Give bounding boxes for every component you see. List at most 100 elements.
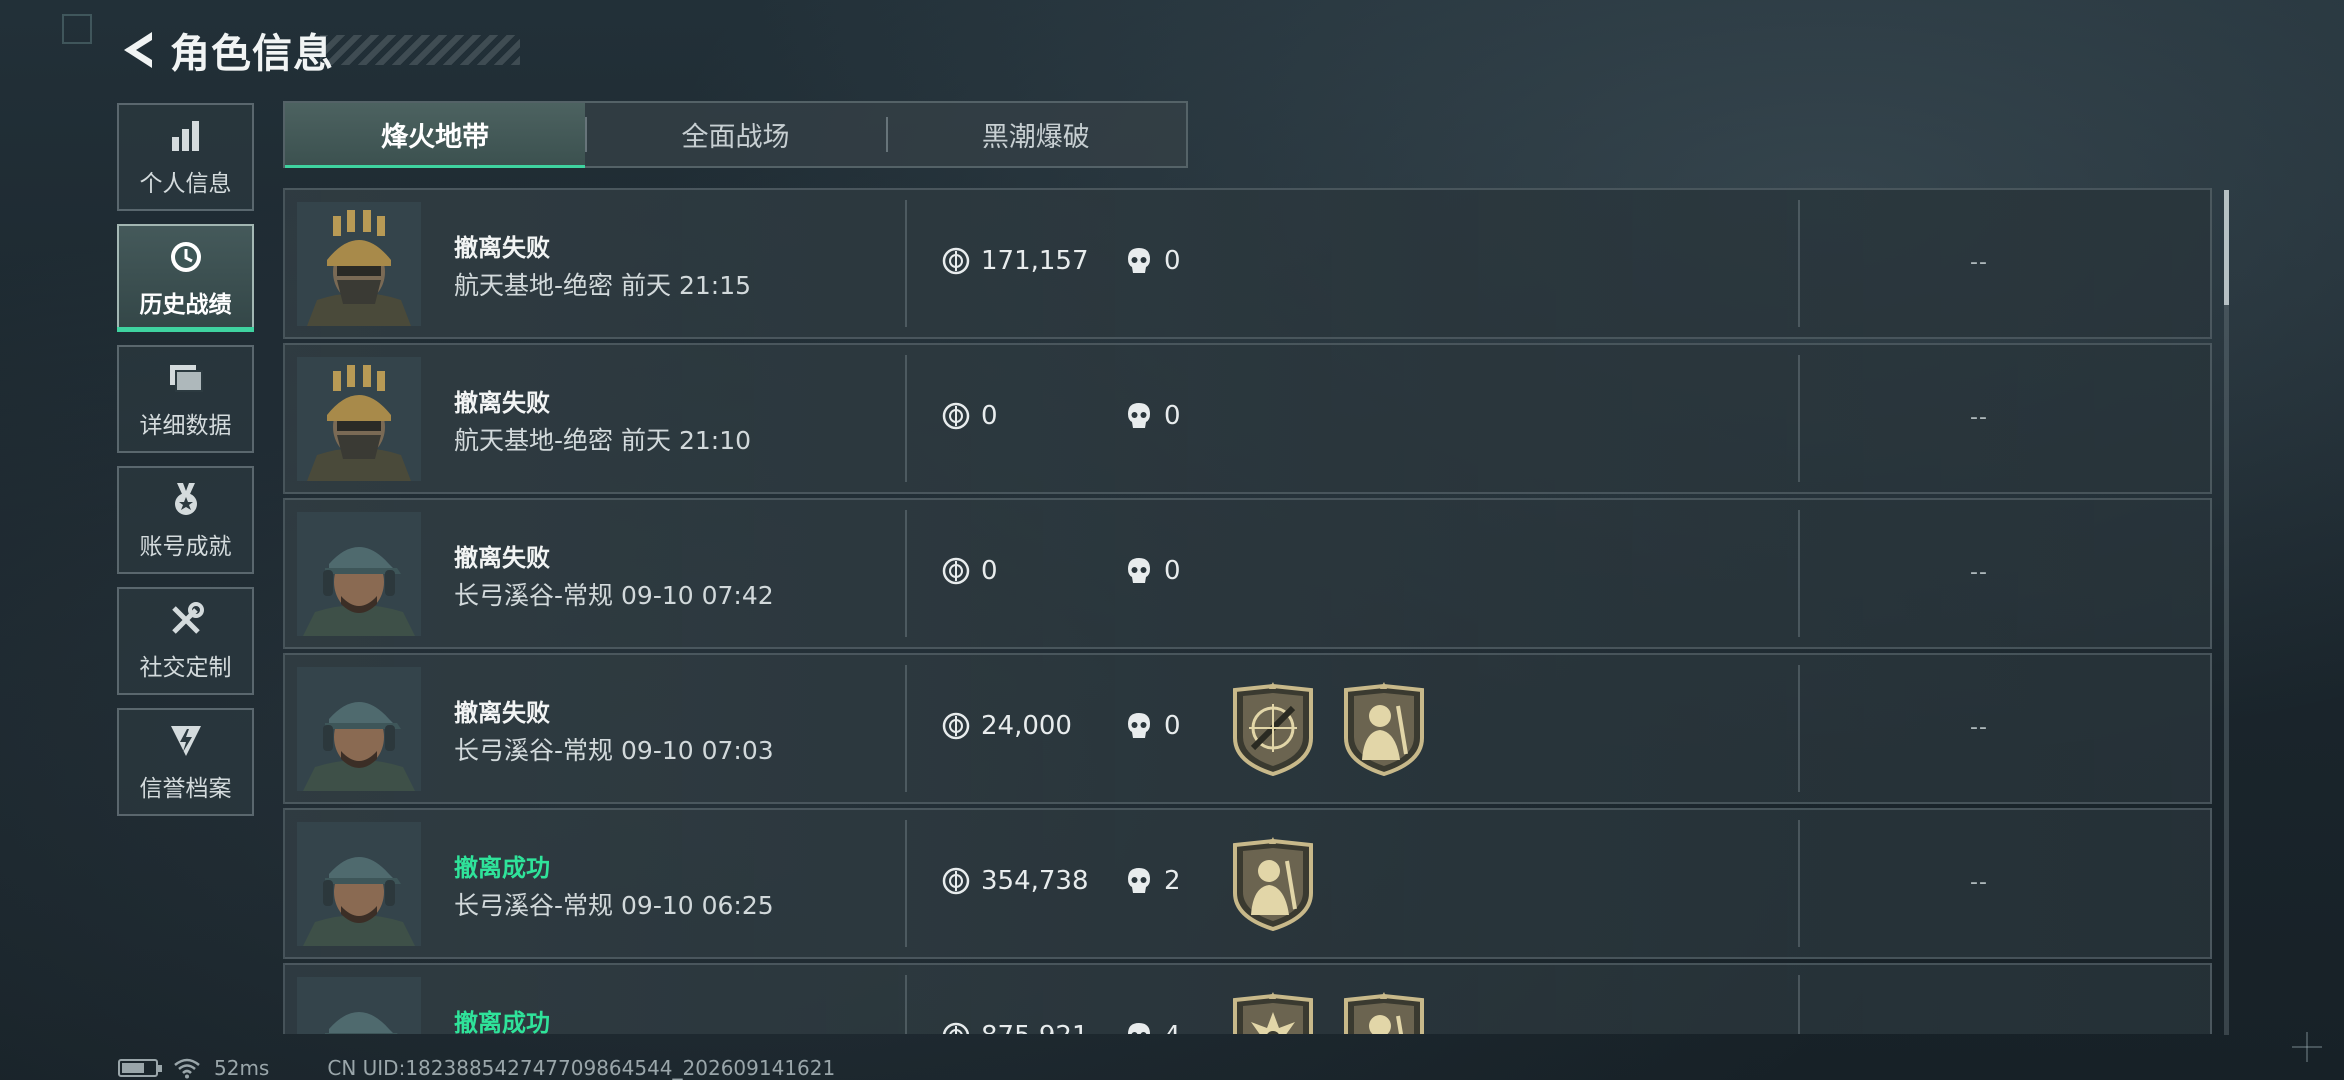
sidebar-item-history[interactable]: 历史战绩: [117, 224, 254, 332]
sidebar-item-achievements[interactable]: 账号成就: [117, 466, 254, 574]
mode-tabs: 烽火地带 全面战场 黑潮爆破: [283, 101, 1188, 168]
soldier-badge[interactable]: [1229, 837, 1317, 931]
sidebar-item-reputation[interactable]: 信誉档案: [117, 708, 254, 816]
soldier-badge[interactable]: [1340, 682, 1428, 776]
sidebar-item-label: 个人信息: [139, 171, 232, 197]
operator-avatar: [297, 357, 421, 481]
kills-value: 2: [1164, 866, 1181, 896]
skull-icon: [1124, 246, 1154, 276]
money-value: 0: [981, 556, 998, 586]
folders-icon: [166, 358, 206, 398]
map-and-time: 长弓溪谷-常规 09-10 07:42: [454, 576, 774, 612]
soldier-badge[interactable]: [1340, 992, 1428, 1034]
sidebar-item-details[interactable]: 详细数据: [117, 345, 254, 453]
tools-icon: [166, 600, 206, 640]
map-and-time: 航天基地-绝密 前天 21:15: [454, 266, 751, 302]
kills-value-group: 0: [1124, 401, 1181, 431]
match-time: 09-10 06:25: [621, 891, 774, 920]
column-divider: [1798, 820, 1800, 947]
map-name: 长弓溪谷-常规: [454, 736, 614, 765]
money-value: 171,157: [981, 246, 1089, 276]
tab-hazard-zone[interactable]: 烽火地带: [285, 103, 586, 168]
clock-icon: [166, 237, 206, 277]
map-name: 长弓溪谷-常规: [454, 581, 614, 610]
bar-chart-icon: [166, 116, 206, 156]
tab-full-battlefield[interactable]: 全面战场: [585, 103, 885, 166]
money-value: 354,738: [981, 866, 1089, 896]
kills-value: 0: [1164, 246, 1181, 276]
corner-decoration: [2292, 1032, 2322, 1062]
coin-icon: [941, 711, 971, 741]
money-value: 875,921: [981, 1021, 1089, 1034]
map-name: 航天基地-绝密: [454, 426, 614, 455]
scrollbar[interactable]: [2224, 190, 2229, 1035]
money-value-group: 24,000: [941, 711, 1072, 741]
history-record-row[interactable]: 撤离失败长弓溪谷-常规 09-10 07:42 0 0 --: [283, 498, 2212, 649]
money-value-group: 0: [941, 556, 998, 586]
back-arrow-icon: [124, 32, 152, 68]
money-value-group: 0: [941, 401, 998, 431]
column-divider: [905, 975, 907, 1034]
history-record-row[interactable]: 撤离失败 航天基地-绝密 前天 21:15 171,157 0 --: [283, 188, 2212, 339]
history-record-row[interactable]: 撤离成功 长弓溪谷-常规 09-10 06:25 354,738 2 --: [283, 808, 2212, 959]
back-button[interactable]: [116, 26, 160, 74]
money-value-group: 875,921: [941, 1021, 1089, 1034]
operator-avatar: [297, 822, 421, 946]
coin-icon: [941, 246, 971, 276]
kills-value: 0: [1164, 556, 1181, 586]
title-decoration: [320, 35, 520, 65]
column-divider: [905, 665, 907, 792]
badge-list: [1229, 682, 1451, 776]
sidebar-item-label: 历史战绩: [139, 292, 232, 318]
tab-blackout-demolition[interactable]: 黑潮爆破: [885, 103, 1186, 166]
history-record-row[interactable]: 撤离失败长弓溪谷-常规 09-10 07:03 24,000 0 --: [283, 653, 2212, 804]
status-bar: 52ms CN UID:18238854274770986454​4_20260…: [118, 1056, 835, 1080]
extraction-status: 撤离失败: [454, 544, 550, 572]
kills-value-group: 2: [1124, 866, 1181, 896]
explosion-badge[interactable]: [1229, 992, 1317, 1034]
extra-value: --: [1970, 560, 1988, 585]
extraction-status: 撤离成功: [454, 854, 550, 882]
kills-value: 0: [1164, 401, 1181, 431]
extra-value: --: [1970, 1025, 1988, 1034]
kills-value-group: 0: [1124, 711, 1181, 741]
page-title: 角色信息: [170, 31, 334, 77]
sidebar-item-label: 详细数据: [139, 413, 232, 439]
history-record-row[interactable]: 撤离成功 875,921 4 --: [283, 963, 2212, 1034]
extraction-status: 撤离失败: [454, 699, 550, 727]
money-value: 0: [981, 401, 998, 431]
coin-icon: [941, 866, 971, 896]
skull-icon: [1124, 556, 1154, 586]
extra-value: --: [1970, 715, 1988, 740]
skull-icon: [1124, 866, 1154, 896]
skull-icon: [1124, 1021, 1154, 1034]
operator-avatar: [297, 202, 421, 326]
battery-icon: [118, 1059, 162, 1077]
coin-icon: [941, 401, 971, 431]
extra-value: --: [1970, 405, 1988, 430]
uid-text: CN UID:18238854274770986454​4_2026091416…: [327, 1056, 836, 1080]
medal-icon: [166, 479, 206, 519]
column-divider: [1798, 665, 1800, 792]
sidebar-item-social[interactable]: 社交定制: [117, 587, 254, 695]
map-name: 航天基地-绝密: [454, 271, 614, 300]
scrollbar-thumb[interactable]: [2224, 190, 2229, 305]
sidebar-item-label: 社交定制: [139, 655, 232, 681]
sidebar-item-label: 信誉档案: [139, 776, 232, 802]
column-divider: [1798, 975, 1800, 1034]
history-record-row[interactable]: 撤离失败 航天基地-绝密 前天 21:10 0 0 --: [283, 343, 2212, 494]
wifi-icon: [174, 1058, 200, 1079]
operator-avatar: [297, 512, 421, 636]
column-divider: [1798, 200, 1800, 327]
badge-list: [1229, 992, 1451, 1034]
map-and-time: 长弓溪谷-常规 09-10 06:25: [454, 886, 774, 922]
map-and-time: 航天基地-绝密 前天 21:10: [454, 421, 751, 457]
crosshair-rifle-badge[interactable]: [1229, 682, 1317, 776]
extraction-status: 撤离失败: [454, 234, 550, 262]
money-value: 24,000: [981, 711, 1072, 741]
map-and-time: 长弓溪谷-常规 09-10 07:03: [454, 731, 774, 767]
sidebar-item-profile[interactable]: 个人信息: [117, 103, 254, 211]
sidebar: 个人信息 历史战绩 详细数据 账号成就 社交定制 信誉档案: [117, 103, 254, 829]
extraction-status: 撤离成功: [454, 1009, 550, 1034]
column-divider: [1798, 510, 1800, 637]
